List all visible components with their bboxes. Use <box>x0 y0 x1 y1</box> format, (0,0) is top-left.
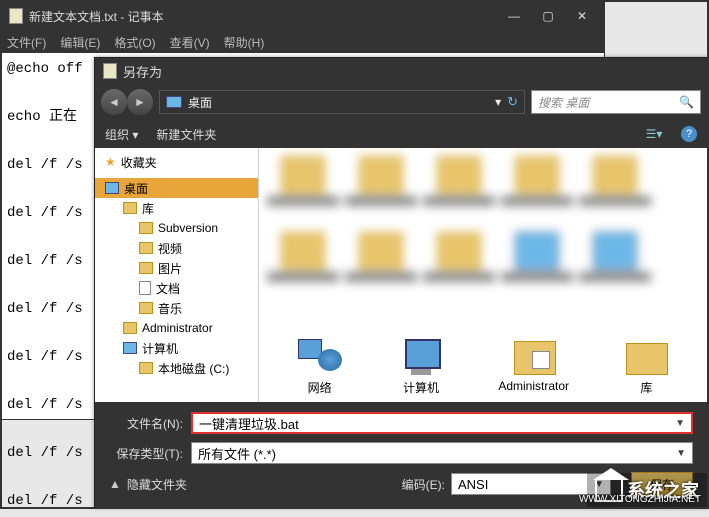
navigation-sidebar: ★收藏夹 桌面 库 Subversion 视频 图片 文档 音乐 Adminis… <box>95 148 259 402</box>
menu-help[interactable]: 帮助(H) <box>224 34 265 51</box>
sidebar-music[interactable]: 音乐 <box>95 298 258 318</box>
hide-folders-toggle[interactable]: ▲ 隐藏文件夹 <box>109 476 187 493</box>
libraries-item[interactable]: 库 <box>622 333 670 396</box>
path-dropdown-icon[interactable]: ▾ <box>495 95 501 109</box>
search-input[interactable]: 搜索 桌面 🔍 <box>531 90 701 114</box>
sidebar-subversion[interactable]: Subversion <box>95 218 258 238</box>
navigation-bar: ◄ ► 桌面 ▾ ↻ 搜索 桌面 🔍 <box>95 84 707 120</box>
folder-icon <box>139 242 153 254</box>
folder-icon <box>139 222 153 234</box>
administrator-item[interactable]: Administrator <box>498 333 569 396</box>
sidebar-libraries[interactable]: 库 <box>95 198 258 218</box>
notepad-title: 新建文本文档.txt - 记事本 <box>29 8 164 25</box>
dialog-title: 另存为 <box>123 62 162 81</box>
libraries-icon <box>622 333 670 377</box>
system-icons-row: 网络 计算机 Administrator 库 <box>259 333 707 396</box>
filetype-label: 保存类型(T): <box>109 445 183 462</box>
folder-icon <box>139 262 153 274</box>
path-label: 桌面 <box>188 94 212 111</box>
computer-item[interactable]: 计算机 <box>397 333 445 396</box>
help-icon[interactable]: ? <box>681 126 697 142</box>
computer-icon <box>397 333 445 377</box>
notepad-icon <box>9 8 23 24</box>
document-icon <box>139 281 151 295</box>
sidebar-favorites[interactable]: ★收藏夹 <box>95 152 258 172</box>
search-placeholder: 搜索 桌面 <box>538 94 589 111</box>
star-icon: ★ <box>105 155 116 169</box>
search-icon: 🔍 <box>679 95 694 109</box>
folder-icon <box>139 302 153 314</box>
nav-back-button[interactable]: ◄ <box>101 89 127 115</box>
address-bar[interactable]: 桌面 ▾ ↻ <box>159 90 525 114</box>
new-folder-button[interactable]: 新建文件夹 <box>156 126 216 143</box>
filename-label: 文件名(N): <box>109 415 183 432</box>
desktop-icon <box>105 182 119 194</box>
encoding-label: 编码(E): <box>402 476 445 493</box>
user-folder-icon <box>123 322 137 334</box>
organize-button[interactable]: 组织 ▾ <box>105 126 138 143</box>
watermark-url: WWW.XITONGZHIJIA.NET <box>579 494 701 505</box>
refresh-icon[interactable]: ↻ <box>507 94 518 110</box>
network-icon <box>296 333 344 377</box>
file-grid-blurred <box>259 148 707 310</box>
menu-view[interactable]: 查看(V) <box>170 34 210 51</box>
file-list-pane[interactable]: 网络 计算机 Administrator 库 <box>259 148 707 402</box>
sidebar-pictures[interactable]: 图片 <box>95 258 258 278</box>
filetype-select[interactable]: 所有文件 (*.*) ▼ <box>191 442 693 464</box>
save-as-dialog: 另存为 ◄ ► 桌面 ▾ ↻ 搜索 桌面 🔍 组织 ▾ 新建文件夹 ☰▾ ? ★… <box>94 57 708 508</box>
nav-forward-button[interactable]: ► <box>127 89 153 115</box>
drive-icon <box>139 362 153 374</box>
network-item[interactable]: 网络 <box>296 333 344 396</box>
desktop-icon <box>166 96 182 108</box>
close-button[interactable]: ✕ <box>568 9 596 23</box>
notepad-menubar: 文件(F) 编辑(E) 格式(O) 查看(V) 帮助(H) <box>1 31 604 53</box>
triangle-up-icon: ▲ <box>109 477 121 491</box>
sidebar-localdisk[interactable]: 本地磁盘 (C:) <box>95 358 258 378</box>
sidebar-computer[interactable]: 计算机 <box>95 338 258 358</box>
chevron-down-icon[interactable]: ▼ <box>676 448 686 459</box>
menu-edit[interactable]: 编辑(E) <box>60 34 100 51</box>
toolbar: 组织 ▾ 新建文件夹 ☰▾ ? <box>95 120 707 148</box>
minimize-button[interactable]: — <box>500 9 528 23</box>
sidebar-desktop[interactable]: 桌面 <box>95 178 258 198</box>
sidebar-administrator[interactable]: Administrator <box>95 318 258 338</box>
dialog-icon <box>103 63 117 79</box>
libraries-icon <box>123 202 137 214</box>
computer-icon <box>123 342 137 354</box>
sidebar-documents[interactable]: 文档 <box>95 278 258 298</box>
admin-folder-icon <box>510 333 558 377</box>
notepad-titlebar: 新建文本文档.txt - 记事本 — ▢ ✕ <box>1 1 604 31</box>
menu-format[interactable]: 格式(O) <box>114 34 155 51</box>
maximize-button[interactable]: ▢ <box>534 9 562 23</box>
filename-input[interactable]: 一键清理垃圾.bat ▼ <box>191 412 693 434</box>
saveas-titlebar: 另存为 <box>95 58 707 84</box>
sidebar-videos[interactable]: 视频 <box>95 238 258 258</box>
view-options-icon[interactable]: ☰▾ <box>645 125 663 143</box>
menu-file[interactable]: 文件(F) <box>7 34 46 51</box>
chevron-down-icon[interactable]: ▼ <box>675 418 685 429</box>
